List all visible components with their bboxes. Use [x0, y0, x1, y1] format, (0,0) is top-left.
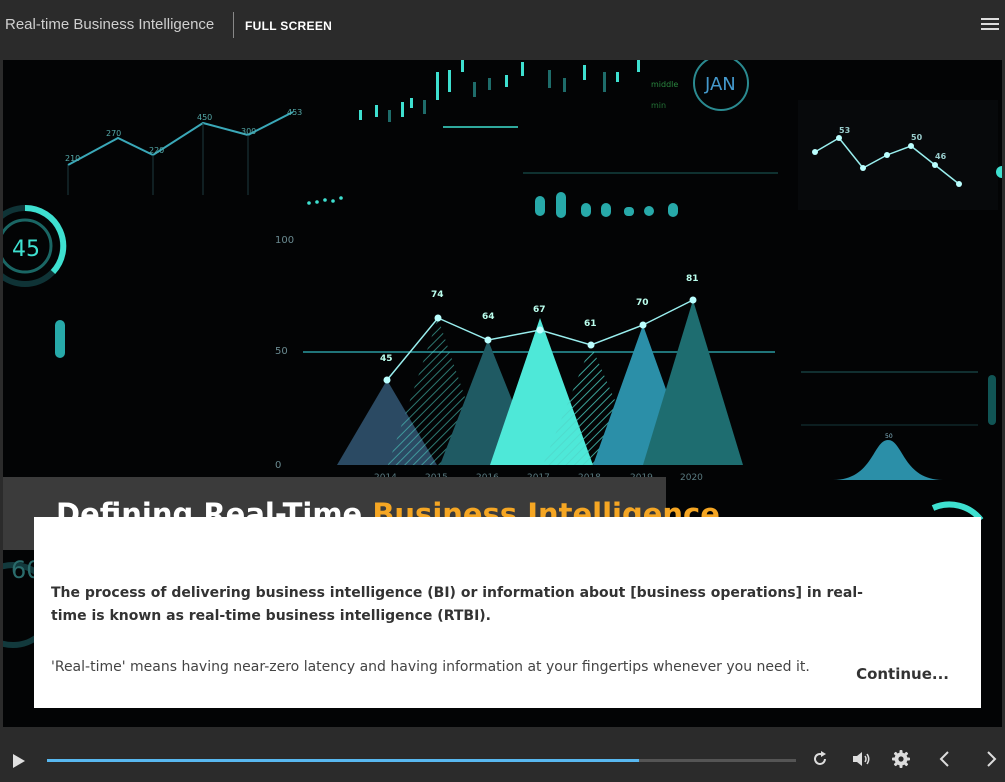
right-chart-label: 50	[911, 133, 923, 142]
data-label: 70	[636, 298, 649, 308]
app-title: Real-time Business Intelligence	[5, 16, 215, 33]
player-controls	[0, 737, 1005, 782]
right-chart-label: 46	[935, 152, 947, 161]
hamburger-menu-icon[interactable]	[981, 18, 999, 32]
content-card: The process of delivering business intel…	[34, 517, 981, 708]
middle-label: middle	[651, 80, 678, 89]
play-icon[interactable]	[12, 753, 26, 773]
top-bar: Real-time Business Intelligence FULL SCR…	[0, 0, 1005, 52]
top-line-label: 210	[65, 154, 80, 163]
next-arrow-icon[interactable]	[986, 750, 998, 772]
real-time-paragraph: 'Real-time' means having near-zero laten…	[51, 659, 810, 675]
top-line-label: 270	[106, 129, 121, 138]
progress-fill	[47, 759, 639, 762]
fullscreen-button[interactable]: FULL SCREEN	[245, 19, 332, 33]
min-label: min	[651, 101, 666, 110]
volume-icon[interactable]	[852, 750, 872, 772]
data-label: 64	[482, 312, 495, 322]
y-tick: 0	[275, 460, 281, 471]
data-label: 74	[431, 290, 444, 300]
top-line-label: 300	[241, 127, 256, 136]
jan-badge: JAN	[704, 74, 736, 95]
y-tick: 50	[275, 346, 288, 357]
top-line-label: 453	[287, 108, 302, 117]
continue-link[interactable]: Continue...	[856, 665, 949, 683]
gauge-value: 45	[12, 237, 40, 262]
definition-paragraph: The process of delivering business intel…	[51, 585, 863, 624]
previous-arrow-icon[interactable]	[938, 750, 950, 772]
data-label: 67	[533, 305, 546, 315]
settings-gear-icon[interactable]	[892, 750, 910, 772]
data-label: 61	[584, 319, 597, 329]
top-line-label: 450	[197, 113, 212, 122]
y-tick: 100	[275, 235, 294, 246]
right-chart-label: 53	[839, 126, 850, 135]
year-label: 2020	[680, 473, 703, 483]
header-divider	[233, 12, 234, 38]
data-label: 45	[380, 354, 393, 364]
data-label: 81	[686, 274, 699, 284]
slide-stage: 210 270 220 450 300 453 middle min JAN 4…	[3, 60, 1002, 727]
replay-icon[interactable]	[811, 750, 829, 772]
bell-label: 50	[885, 433, 893, 440]
top-line-label: 220	[149, 146, 164, 155]
progress-bar[interactable]	[47, 759, 796, 762]
